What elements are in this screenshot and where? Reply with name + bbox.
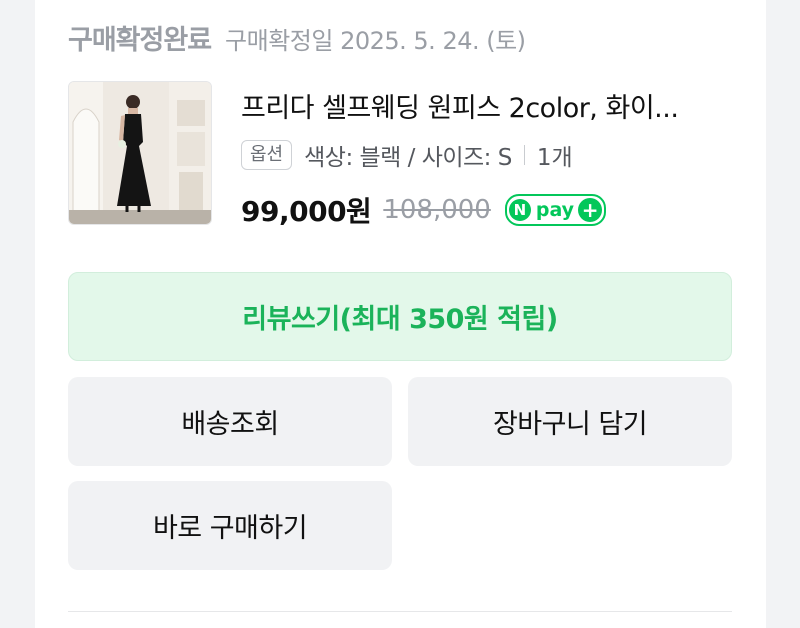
order-status: 구매확정완료 [68,25,212,56]
option-row: 옵션 색상: 블랙 / 사이즈: S 1개 [241,138,573,172]
sale-price: 99,000원 [241,195,372,228]
option-text: 색상: 블랙 / 사이즈: S [304,145,512,171]
original-price: 108,000 [383,195,491,225]
add-to-cart-button[interactable]: 장바구니 담기 [408,377,732,466]
buy-now-button[interactable]: 바로 구매하기 [68,481,392,570]
npay-label: pay [535,199,575,221]
price-row: 99,000원 108,000 N pay + [241,190,607,230]
divider [68,611,732,612]
product-thumbnail[interactable] [68,81,212,225]
product-name[interactable]: 프리다 셀프웨딩 원피스 2color, 화이... [241,86,733,125]
confirm-date: 구매확정일 2025. 5. 24. (토) [225,27,526,55]
product-photo-icon [69,82,211,224]
track-delivery-button[interactable]: 배송조회 [68,377,392,466]
order-status-row: 구매확정완료 구매확정일 2025. 5. 24. (토) [68,18,526,57]
npay-n-icon: N [508,199,531,221]
write-review-button[interactable]: 리뷰쓰기(최대 350원 적립) [68,272,732,361]
plus-icon: + [578,198,603,222]
option-badge: 옵션 [241,140,293,170]
npay-plus-badge: N pay + [504,194,607,226]
option-divider [523,145,525,165]
quantity-text: 1개 [536,145,573,171]
